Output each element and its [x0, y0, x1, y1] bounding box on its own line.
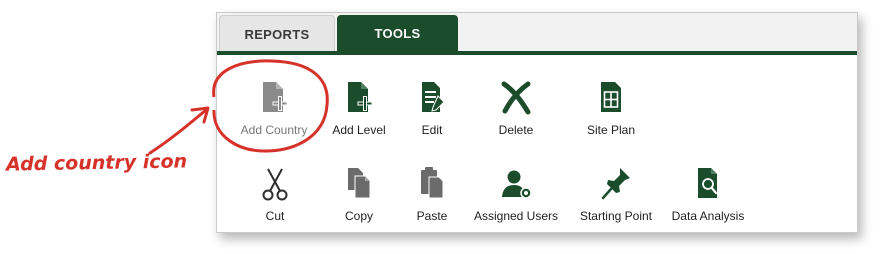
starting-point-label: Starting Point: [579, 209, 653, 223]
copy-label: Copy: [344, 209, 373, 223]
edit-icon: [422, 82, 445, 112]
assigned-users-icon: [502, 170, 532, 199]
add-country-icon: [263, 82, 288, 112]
copy-button[interactable]: Copy: [317, 164, 401, 223]
copy-icon: [348, 168, 371, 199]
cut-button[interactable]: Cut: [233, 164, 317, 223]
paste-button[interactable]: Paste: [390, 164, 474, 223]
delete-button[interactable]: Delete: [474, 78, 558, 137]
tools-panel: REPORTS TOOLS Add Country Add Level Edit…: [216, 12, 858, 233]
cut-label: Cut: [265, 209, 285, 223]
site-plan-icon: [601, 82, 621, 112]
site-plan-label: Site Plan: [586, 123, 636, 137]
site-plan-button[interactable]: Site Plan: [569, 78, 653, 137]
annotation-arrow-icon: [148, 108, 208, 155]
data-analysis-button[interactable]: Data Analysis: [664, 164, 752, 223]
add-level-button[interactable]: Add Level: [317, 78, 401, 137]
data-analysis-label: Data Analysis: [671, 209, 745, 223]
starting-point-button[interactable]: Starting Point: [570, 164, 662, 223]
delete-icon: [501, 81, 531, 115]
assigned-users-button[interactable]: Assigned Users: [468, 164, 564, 223]
paste-icon: [421, 167, 444, 199]
assigned-users-label: Assigned Users: [473, 209, 559, 223]
cut-icon: [262, 168, 288, 201]
toolbar: Add Country Add Level Edit Delete Site P…: [217, 58, 857, 232]
tab-bar: REPORTS TOOLS: [217, 13, 857, 55]
edit-button[interactable]: Edit: [390, 78, 474, 137]
tab-reports[interactable]: REPORTS: [219, 15, 335, 51]
tab-tools[interactable]: TOOLS: [337, 15, 458, 53]
add-country-button[interactable]: Add Country: [232, 78, 316, 137]
add-country-label: Add Country: [240, 123, 308, 137]
annotation-label: Add country icon: [5, 150, 188, 176]
data-analysis-icon: [698, 168, 718, 198]
delete-label: Delete: [498, 123, 534, 137]
edit-label: Edit: [421, 123, 443, 137]
paste-label: Paste: [416, 209, 448, 223]
add-level-label: Add Level: [332, 123, 386, 137]
add-level-icon: [348, 82, 373, 112]
starting-point-icon: [601, 168, 630, 200]
